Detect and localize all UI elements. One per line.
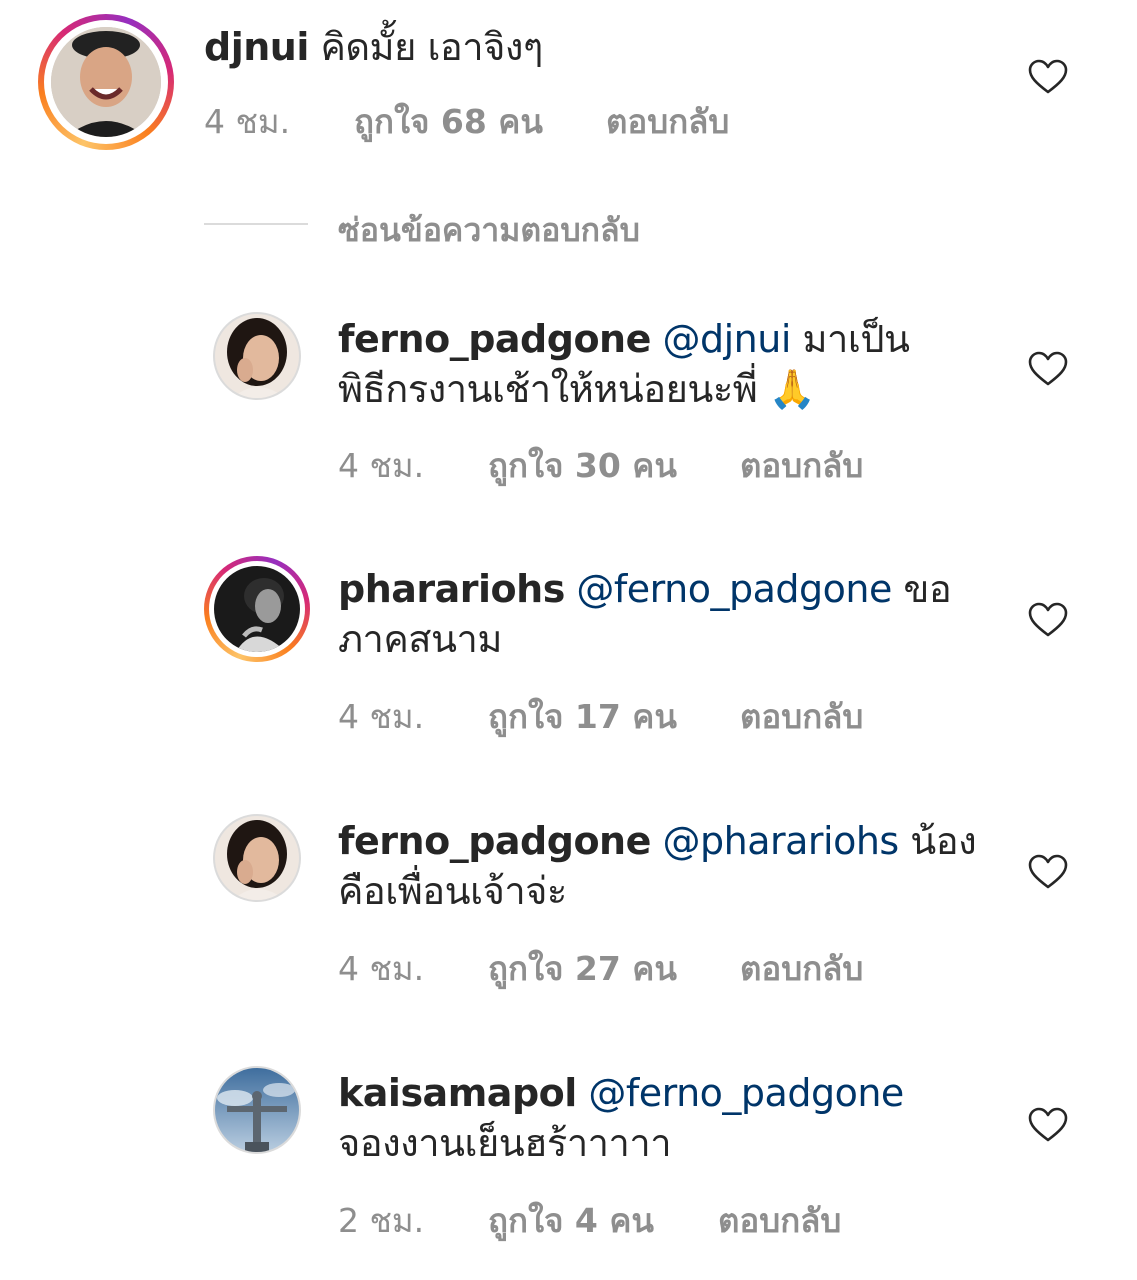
reply-button[interactable]: ตอบกลับ (740, 690, 863, 743)
avatar[interactable] (215, 1068, 299, 1152)
comment-body: ferno_padgone @pharariohs น้อง คือเพื่อน… (338, 816, 1018, 916)
timestamp: 4 ชม. (338, 949, 425, 988)
comment-meta: 4 ชม. ถูกใจ 27 คน ตอบกลับ (338, 942, 1038, 988)
comment-meta: 4 ชม. ถูกใจ 30 คน ตอบกลับ (338, 439, 1038, 485)
avatar[interactable] (215, 314, 299, 398)
comment-body: djnui คิดมั้ย เอาจิงๆ (204, 22, 1004, 72)
comment-text-line2: ภาคสนาม (338, 617, 502, 661)
reply-pharariohs: pharariohs @ferno_padgone ขอ ภาคสนาม 4 ช… (0, 550, 1137, 740)
comment-body: pharariohs @ferno_padgone ขอ ภาคสนาม (338, 564, 998, 664)
mention-link[interactable]: @pharariohs (662, 819, 899, 863)
avatar-photo (51, 27, 161, 137)
avatar-photo (215, 1068, 299, 1152)
hide-replies-toggle[interactable]: ซ่อนข้อความตอบกลับ (204, 205, 724, 249)
mention-link[interactable]: @djnui (662, 317, 791, 361)
avatar[interactable] (215, 816, 299, 900)
username[interactable]: pharariohs (338, 567, 565, 611)
comment-text: ขอ (903, 567, 952, 611)
likes-count[interactable]: ถูกใจ 68 คน (354, 95, 543, 148)
heart-icon[interactable] (1028, 1107, 1068, 1143)
comment-body: kaisamapol @ferno_padgone จองงานเย็นฮร้า… (338, 1068, 1018, 1168)
comment-text: คิดมั้ย เอาจิงๆ (320, 25, 543, 69)
timestamp: 2 ชม. (338, 1201, 425, 1240)
comment-meta: 4 ชม. ถูกใจ 68 คน ตอบกลับ (204, 95, 904, 141)
username[interactable]: ferno_padgone (338, 317, 651, 361)
hide-replies-label[interactable]: ซ่อนข้อความตอบกลับ (338, 205, 640, 256)
comment-text-line2: พิธีกรงานเช้าให้หน่อยนะพี่ 🙏 (338, 367, 816, 411)
reply-button[interactable]: ตอบกลับ (740, 439, 863, 492)
username[interactable]: djnui (204, 25, 309, 69)
comment-body: ferno_padgone @djnui มาเป็น พิธีกรงานเช้… (338, 314, 998, 414)
comment-text: มาเป็น (802, 317, 910, 361)
comment-djnui: djnui คิดมั้ย เอาจิงๆ 4 ชม. ถูกใจ 68 คน … (0, 0, 1137, 160)
timestamp: 4 ชม. (338, 697, 425, 736)
avatar-photo (215, 314, 299, 398)
likes-count[interactable]: ถูกใจ 30 คน (488, 439, 677, 492)
heart-icon[interactable] (1028, 602, 1068, 638)
reply-ferno-padgone-2: ferno_padgone @pharariohs น้อง คือเพื่อน… (0, 803, 1137, 993)
avatar[interactable] (214, 566, 300, 652)
likes-count[interactable]: ถูกใจ 27 คน (488, 942, 677, 995)
comment-text: น้อง (910, 819, 977, 863)
avatar-photo (214, 566, 300, 652)
timestamp: 4 ชม. (204, 102, 291, 141)
reply-button[interactable]: ตอบกลับ (606, 95, 729, 148)
mention-link[interactable]: @ferno_padgone (576, 567, 892, 611)
mention-link[interactable]: @ferno_padgone (588, 1071, 904, 1115)
timestamp: 4 ชม. (338, 446, 425, 485)
heart-icon[interactable] (1028, 351, 1068, 387)
comment-text-line2: คือเพื่อนเจ้าจ่ะ (338, 869, 567, 913)
reply-button[interactable]: ตอบกลับ (718, 1194, 841, 1247)
heart-icon[interactable] (1028, 854, 1068, 890)
comment-meta: 4 ชม. ถูกใจ 17 คน ตอบกลับ (338, 690, 1038, 736)
reply-kaisamapol: kaisamapol @ferno_padgone จองงานเย็นฮร้า… (0, 1055, 1137, 1255)
comment-text-line2: จองงานเย็นฮร้าาาาา (338, 1121, 672, 1165)
comment-meta: 2 ชม. ถูกใจ 4 คน ตอบกลับ (338, 1194, 1038, 1240)
username[interactable]: ferno_padgone (338, 819, 651, 863)
reply-ferno-padgone-1: ferno_padgone @djnui มาเป็น พิธีกรงานเช้… (0, 300, 1137, 490)
divider-line (204, 223, 308, 225)
likes-count[interactable]: ถูกใจ 4 คน (488, 1194, 654, 1247)
avatar-photo (215, 816, 299, 900)
heart-icon[interactable] (1028, 59, 1068, 95)
username[interactable]: kaisamapol (338, 1071, 577, 1115)
likes-count[interactable]: ถูกใจ 17 คน (488, 690, 677, 743)
avatar[interactable] (51, 27, 161, 137)
reply-button[interactable]: ตอบกลับ (740, 942, 863, 995)
